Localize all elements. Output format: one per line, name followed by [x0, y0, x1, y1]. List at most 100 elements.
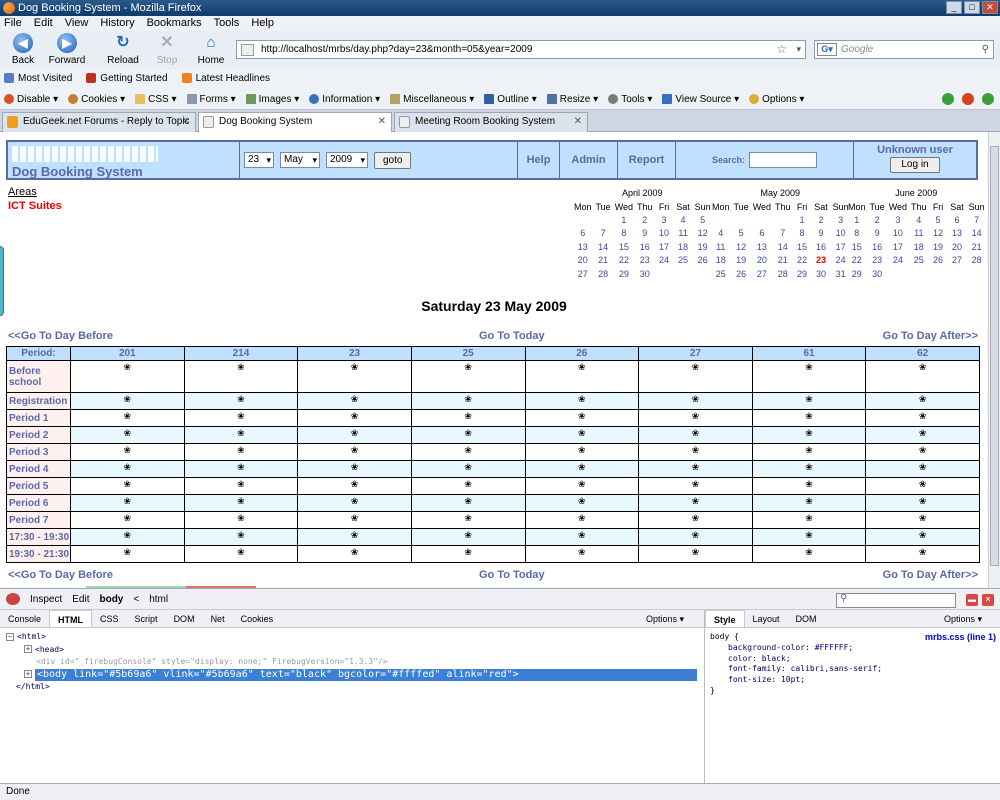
scroll-thumb[interactable] [990, 146, 999, 566]
new-booking-icon[interactable]: ❀ [919, 445, 927, 455]
new-booking-icon[interactable]: ❀ [351, 411, 359, 421]
tree-node-head[interactable]: + <head> [0, 644, 704, 657]
booking-slot[interactable]: ❀ [70, 409, 185, 427]
booking-slot[interactable]: ❀ [70, 545, 185, 563]
new-booking-icon[interactable]: ❀ [124, 428, 132, 438]
new-booking-icon[interactable]: ❀ [692, 445, 700, 455]
tree-node-firebug-console[interactable]: <div id="_firebugConsole" style="display… [0, 656, 704, 669]
dev-miscellaneous[interactable]: Miscellaneous ▾ [390, 89, 474, 109]
booking-slot[interactable]: ❀ [638, 545, 753, 563]
tab-script[interactable]: Script [127, 610, 166, 627]
calendar-day[interactable]: 26 [929, 254, 948, 267]
booking-slot[interactable]: ❀ [297, 443, 412, 461]
new-booking-icon[interactable]: ❀ [351, 479, 359, 489]
forward-button[interactable]: ▶ Forward [44, 33, 90, 66]
calendar-day[interactable]: 14 [594, 240, 613, 253]
booking-slot[interactable]: ❀ [70, 443, 185, 461]
dev-disable[interactable]: Disable ▾ [4, 89, 58, 109]
booking-slot[interactable]: ❀ [638, 443, 753, 461]
close-tab-icon[interactable]: ✕ [182, 113, 190, 131]
calendar-day[interactable]: 20 [751, 254, 773, 267]
new-booking-icon[interactable]: ❀ [464, 479, 472, 489]
calendar-day[interactable]: 6 [751, 227, 773, 240]
new-booking-icon[interactable]: ❀ [919, 530, 927, 540]
new-booking-icon[interactable]: ❀ [124, 547, 132, 557]
booking-slot[interactable]: ❀ [410, 426, 526, 444]
style-prop[interactable]: font-size: 10pt; [710, 675, 995, 686]
calendar-day[interactable]: 16 [812, 240, 831, 253]
new-booking-icon[interactable]: ❀ [805, 547, 813, 557]
new-booking-icon[interactable]: ❀ [124, 479, 132, 489]
period-label[interactable]: Period 3 [6, 443, 71, 461]
new-booking-icon[interactable]: ❀ [692, 394, 700, 404]
new-booking-icon[interactable]: ❀ [692, 362, 700, 372]
calendar-day[interactable]: 29 [613, 267, 635, 280]
maximize-button[interactable]: □ [964, 1, 980, 14]
booking-slot[interactable]: ❀ [524, 477, 640, 495]
new-booking-icon[interactable]: ❀ [578, 394, 586, 404]
booking-slot[interactable]: ❀ [297, 511, 412, 529]
booking-slot[interactable]: ❀ [524, 443, 640, 461]
new-booking-icon[interactable]: ❀ [692, 547, 700, 557]
calendar-day[interactable]: 14 [773, 240, 793, 253]
calendar-day[interactable]: 24 [887, 254, 909, 267]
admin-link[interactable]: Admin [560, 142, 618, 178]
tab-meeting-room[interactable]: Meeting Room Booking System ✕ [394, 112, 588, 132]
new-booking-icon[interactable]: ❀ [578, 362, 586, 372]
booking-slot[interactable]: ❀ [638, 360, 753, 393]
period-label[interactable]: Before school [6, 360, 71, 393]
booking-slot[interactable]: ❀ [410, 360, 526, 393]
collapse-icon[interactable]: − [6, 632, 14, 641]
next-day-link[interactable]: Go To Day After>> [883, 569, 978, 581]
new-booking-icon[interactable]: ❀ [692, 496, 700, 506]
calendar-day[interactable]: 28 [967, 254, 987, 267]
booking-slot[interactable]: ❀ [524, 409, 640, 427]
chevron-down-icon[interactable]: ▾ [796, 41, 801, 58]
firebug-search-input[interactable] [836, 593, 956, 608]
new-booking-icon[interactable]: ❀ [351, 547, 359, 557]
booking-slot[interactable]: ❀ [70, 360, 185, 393]
booking-slot[interactable]: ❀ [524, 528, 640, 546]
new-booking-icon[interactable]: ❀ [578, 530, 586, 540]
back-button[interactable]: ◀ Back [0, 33, 46, 66]
room-header[interactable]: 26 [524, 346, 640, 361]
new-booking-icon[interactable]: ❀ [805, 479, 813, 489]
edit-button[interactable]: Edit [72, 594, 89, 605]
new-booking-icon[interactable]: ❀ [124, 445, 132, 455]
new-booking-icon[interactable]: ❀ [351, 496, 359, 506]
bookmark-latest-headlines[interactable]: Latest Headlines [181, 69, 270, 89]
inspect-button[interactable]: Inspect [30, 594, 62, 605]
menu-history[interactable]: History [100, 16, 134, 31]
close-tab-icon[interactable]: ✕ [378, 113, 386, 131]
calendar-day[interactable]: 21 [967, 240, 987, 253]
booking-slot[interactable]: ❀ [410, 392, 526, 410]
calendar-day[interactable]: 15 [846, 240, 868, 253]
new-booking-icon[interactable]: ❀ [919, 547, 927, 557]
calendar-day[interactable]: 18 [710, 254, 732, 267]
tab-dog-booking[interactable]: Dog Booking System ✕ [198, 112, 392, 133]
calendar-day[interactable]: 6 [948, 213, 967, 226]
new-booking-icon[interactable]: ❀ [578, 479, 586, 489]
calendar-day[interactable]: 23 [635, 254, 655, 267]
calendar-day[interactable]: 5 [732, 227, 751, 240]
booking-slot[interactable]: ❀ [638, 392, 753, 410]
calendar-day[interactable]: 11 [674, 227, 693, 240]
calendar-day[interactable]: 23 [812, 254, 831, 267]
booking-slot[interactable]: ❀ [865, 511, 980, 529]
booking-slot[interactable]: ❀ [751, 409, 867, 427]
booking-slot[interactable]: ❀ [751, 443, 867, 461]
booking-slot[interactable]: ❀ [865, 477, 980, 495]
new-booking-icon[interactable]: ❀ [237, 362, 245, 372]
booking-slot[interactable]: ❀ [183, 477, 299, 495]
side-widget[interactable] [0, 246, 4, 316]
calendar-day[interactable]: 13 [751, 240, 773, 253]
new-booking-icon[interactable]: ❀ [464, 411, 472, 421]
calendar-day[interactable]: 25 [710, 267, 732, 280]
new-booking-icon[interactable]: ❀ [237, 496, 245, 506]
new-booking-icon[interactable]: ❀ [124, 411, 132, 421]
booking-slot[interactable]: ❀ [70, 460, 185, 478]
calendar-day[interactable]: 18 [909, 240, 929, 253]
booking-slot[interactable]: ❀ [70, 392, 185, 410]
booking-slot[interactable]: ❀ [524, 392, 640, 410]
booking-slot[interactable]: ❀ [524, 460, 640, 478]
